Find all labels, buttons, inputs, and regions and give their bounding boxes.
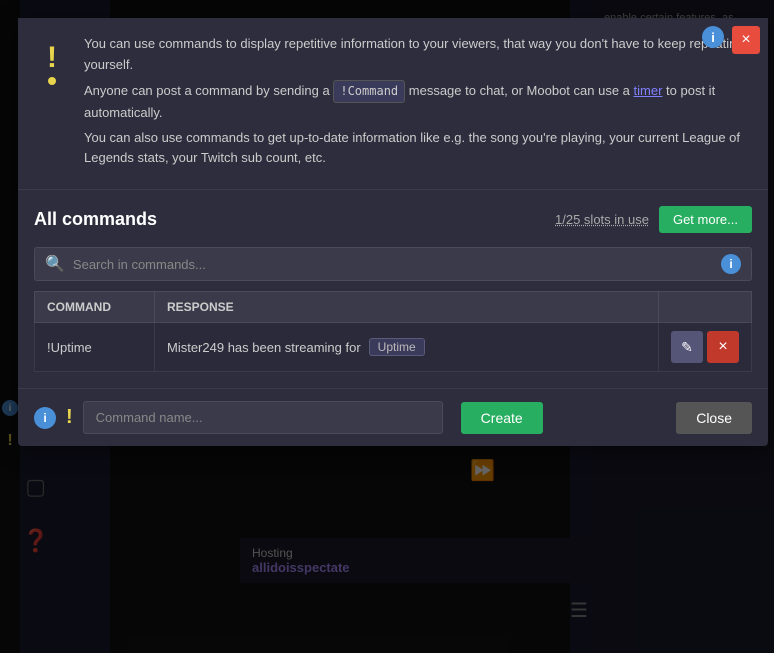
close-x-button[interactable]: × — [732, 26, 760, 54]
command-cell: !Uptime — [35, 323, 155, 372]
footer-exclamation-icon: ! — [66, 406, 73, 429]
info-circle-top-right[interactable]: i — [702, 26, 724, 48]
footer-info-circle[interactable]: i — [34, 407, 56, 429]
col-command: COMMAND — [35, 292, 155, 323]
col-response: RESPONSE — [155, 292, 659, 323]
uptime-badge: Uptime — [369, 338, 425, 356]
action-cell: ✎ × — [659, 323, 752, 372]
col-actions — [659, 292, 752, 323]
table-header-row: COMMAND RESPONSE — [35, 292, 752, 323]
modal-body: All commands 1/25 slots in use Get more.… — [18, 190, 768, 388]
table-row: !Uptime Mister249 has been streaming for… — [35, 323, 752, 372]
command-name-input[interactable] — [83, 401, 443, 434]
search-bar: 🔍 i — [34, 247, 752, 281]
command-badge: !Command — [333, 80, 405, 103]
footer-left: i ! Create — [34, 401, 543, 434]
search-input[interactable] — [73, 257, 721, 272]
timer-link[interactable]: timer — [634, 83, 663, 98]
response-text: Mister249 has been streaming for — [167, 340, 361, 355]
commands-table: COMMAND RESPONSE !Uptime Mister249 has b… — [34, 291, 752, 372]
banner-text: You can use commands to display repetiti… — [84, 34, 752, 173]
get-more-button[interactable]: Get more... — [659, 206, 752, 233]
slots-area: 1/25 slots in use Get more... — [555, 206, 752, 233]
response-content: Mister249 has been streaming for Uptime — [167, 338, 646, 356]
slots-text: 1/25 slots in use — [555, 212, 649, 227]
banner-line3: You can also use commands to get up-to-d… — [84, 128, 752, 170]
search-icon: 🔍 — [45, 254, 65, 274]
create-button[interactable]: Create — [461, 402, 543, 434]
banner-line1: You can use commands to display repetiti… — [84, 34, 752, 76]
edit-button[interactable]: ✎ — [671, 331, 703, 363]
response-cell: Mister249 has been streaming for Uptime — [155, 323, 659, 372]
info-circle-search[interactable]: i — [721, 254, 741, 274]
modal-header-row: All commands 1/25 slots in use Get more.… — [34, 206, 752, 233]
modal-title: All commands — [34, 209, 157, 230]
banner-line2: Anyone can post a command by sending a !… — [84, 80, 752, 124]
delete-button[interactable]: × — [707, 331, 739, 363]
modal-footer: i ! Create Close — [18, 388, 768, 446]
info-banner: ! You can use commands to display repeti… — [18, 18, 768, 190]
close-button[interactable]: Close — [676, 402, 752, 434]
warning-icon: ! — [34, 34, 70, 94]
action-buttons: ✎ × — [671, 331, 739, 363]
commands-modal: ! You can use commands to display repeti… — [18, 18, 768, 446]
